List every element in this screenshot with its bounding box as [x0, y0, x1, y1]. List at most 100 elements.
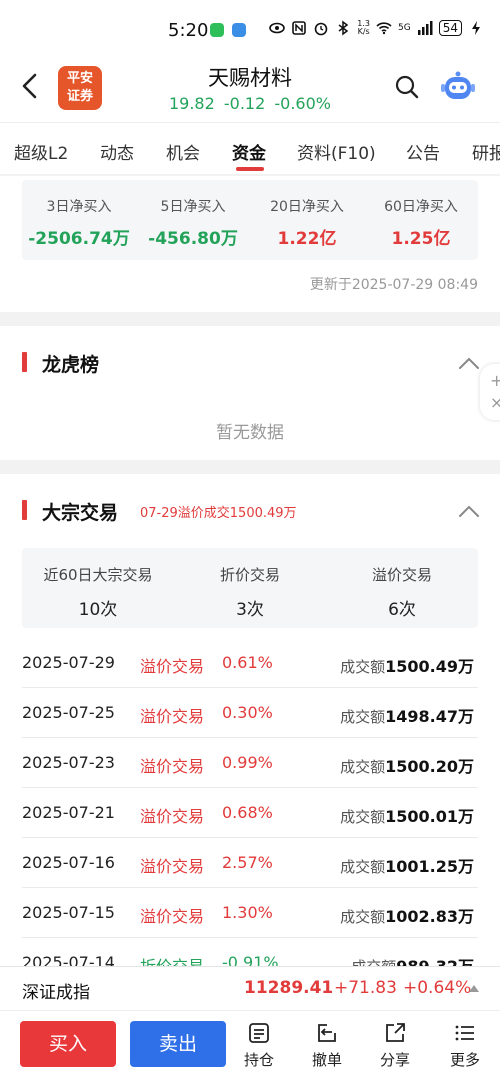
position-icon: [249, 1023, 269, 1043]
amount-label: 成交额: [340, 708, 386, 726]
trade-date: 2025-07-16: [22, 853, 115, 872]
trade-amount: 成交额1500.20万: [340, 753, 474, 777]
sell-button[interactable]: 卖出: [130, 1021, 226, 1067]
amount-label: 成交额: [340, 908, 386, 926]
bluetooth-icon: [338, 20, 349, 36]
battery-level: 54: [438, 20, 462, 36]
stock-change: -0.12: [223, 94, 266, 113]
trade-pct: -0.91%: [222, 953, 279, 966]
nav-share[interactable]: 分享: [370, 1021, 420, 1070]
block-trade-row[interactable]: 2025-07-15 溢价交易 1.30% 成交额1002.83万: [22, 888, 478, 938]
block-trade-row[interactable]: 2025-07-25 溢价交易 0.30% 成交额1498.47万: [22, 688, 478, 738]
amount-value: 1002.83万: [385, 907, 474, 926]
block-trade-row[interactable]: 2025-07-23 溢价交易 0.99% 成交额1500.20万: [22, 738, 478, 788]
nfc-icon: [292, 21, 307, 35]
block-trade-row[interactable]: 2025-07-14 折价交易 -0.91% 成交额989.32万: [22, 938, 478, 966]
collapse-chevron-icon[interactable]: [458, 504, 480, 518]
status-bar: 5:20 1.3 K/s 5G 54: [0, 0, 500, 60]
section-marker: [22, 500, 27, 520]
dragon-tiger-title: 龙虎榜: [42, 354, 100, 376]
trade-amount: 成交额1500.49万: [340, 653, 474, 677]
net-buy-section: 3日净买入 -2506.74万 5日净买入 -456.80万 20日净买入 1.…: [0, 176, 500, 312]
wechat-notification-icon: [210, 23, 224, 37]
tab-announcements[interactable]: 公告: [406, 139, 440, 164]
net-buy-label: 3日净买入: [46, 199, 112, 215]
trade-type: 溢价交易: [140, 857, 205, 876]
summary-label: 溢价交易: [371, 566, 432, 584]
search-app-notification-icon: [232, 23, 246, 37]
trade-pct: 0.68%: [222, 803, 273, 822]
amount-label: 成交额: [351, 958, 396, 966]
nav-more[interactable]: 更多: [440, 1021, 490, 1070]
status-icons: 1.3 K/s 5G 54: [269, 20, 484, 36]
block-trade-row[interactable]: 2025-07-21 溢价交易 0.68% 成交额1500.01万: [22, 788, 478, 838]
block-trade-subtitle: 07-29溢价成交1500.49万: [140, 506, 297, 521]
tab-opportunity[interactable]: 机会: [166, 139, 200, 164]
plus-icon: +: [490, 371, 500, 390]
block-trade-row[interactable]: 2025-07-29 溢价交易 0.61% 成交额1500.49万: [22, 638, 478, 688]
network-speed: 1.3 K/s: [357, 20, 370, 36]
bottom-action-bar: 买入 卖出 持仓 撤单 分享 更多: [0, 1010, 500, 1076]
signal-icon: [417, 21, 433, 35]
summary-premium: 溢价交易 6次: [326, 548, 478, 620]
nav-cancel-order[interactable]: 撤单: [302, 1021, 352, 1070]
trade-pct: 0.61%: [222, 653, 273, 672]
stock-quote: 19.82 -0.12 -0.60%: [0, 94, 500, 113]
amount-label: 成交额: [340, 808, 386, 826]
floating-side-tab[interactable]: + ×: [480, 364, 500, 420]
dragon-tiger-section: 龙虎榜 暂无数据: [0, 326, 500, 460]
trade-date: 2025-07-15: [22, 903, 115, 922]
updated-timestamp: 更新于2025-07-29 08:49: [309, 277, 478, 293]
trade-date: 2025-07-25: [22, 703, 115, 722]
amount-value: 1001.25万: [385, 857, 474, 876]
trade-amount: 成交额1001.25万: [340, 853, 474, 877]
block-trade-summary: 近60日大宗交易 10次 折价交易 3次 溢价交易 6次: [22, 548, 478, 628]
nav-position[interactable]: 持仓: [234, 1021, 284, 1070]
expand-up-arrow-icon[interactable]: [469, 985, 479, 992]
tab-f10[interactable]: 资料(F10): [297, 139, 376, 164]
search-icon[interactable]: [394, 74, 420, 100]
tab-super-l2[interactable]: 超级L2: [14, 139, 68, 164]
net-buy-value: -456.80万: [148, 229, 238, 249]
section-marker: [22, 352, 27, 372]
amount-value: 1500.20万: [385, 757, 474, 776]
signal-label: 5G: [398, 23, 411, 33]
block-trade-title: 大宗交易: [42, 502, 119, 524]
tab-news[interactable]: 动态: [100, 139, 134, 164]
net-buy-label: 20日净买入: [270, 199, 344, 215]
trade-date: 2025-07-29: [22, 653, 115, 672]
trade-date: 2025-07-21: [22, 803, 115, 822]
amount-value: 1498.47万: [385, 707, 474, 726]
trade-pct: 0.99%: [222, 753, 273, 772]
net-buy-box: 3日净买入 -2506.74万 5日净买入 -456.80万 20日净买入 1.…: [22, 180, 478, 260]
net-buy-label: 60日净买入: [384, 199, 458, 215]
summary-value: 10次: [78, 600, 118, 620]
no-data-text: 暂无数据: [216, 423, 284, 443]
nav-label: 撤单: [311, 1051, 342, 1069]
index-ticker-bar[interactable]: 深证成指 11289.41 +71.83 +0.64%: [0, 966, 500, 1010]
trade-amount: 成交额1498.47万: [340, 703, 474, 727]
amount-value: 1500.49万: [385, 657, 474, 676]
buy-button[interactable]: 买入: [20, 1021, 116, 1067]
net-buy-label: 5日净买入: [160, 199, 226, 215]
network-speed-unit: K/s: [357, 27, 370, 36]
stock-name: 天赐材料: [208, 66, 292, 90]
more-icon: [455, 1025, 474, 1041]
amount-value: 989.32万: [396, 957, 474, 966]
summary-total: 近60日大宗交易 10次: [22, 548, 174, 620]
summary-value: 3次: [236, 600, 264, 620]
collapse-chevron-icon[interactable]: [458, 356, 480, 370]
close-icon: ×: [490, 393, 500, 412]
tab-research[interactable]: 研报: [472, 139, 500, 164]
net-buy-value: -2506.74万: [28, 229, 130, 249]
trade-type: 溢价交易: [140, 707, 205, 726]
net-buy-3d: 3日净买入 -2506.74万: [22, 180, 136, 249]
amount-label: 成交额: [340, 658, 386, 676]
status-time: 5:20: [168, 20, 209, 41]
trade-type: 折价交易: [140, 953, 204, 966]
stock-change-pct: -0.60%: [274, 94, 331, 113]
index-name: 深证成指: [22, 983, 90, 1003]
tab-capital[interactable]: 资金: [232, 139, 266, 164]
block-trade-row[interactable]: 2025-07-16 溢价交易 2.57% 成交额1001.25万: [22, 838, 478, 888]
ai-assistant-robot-icon[interactable]: [440, 70, 476, 102]
